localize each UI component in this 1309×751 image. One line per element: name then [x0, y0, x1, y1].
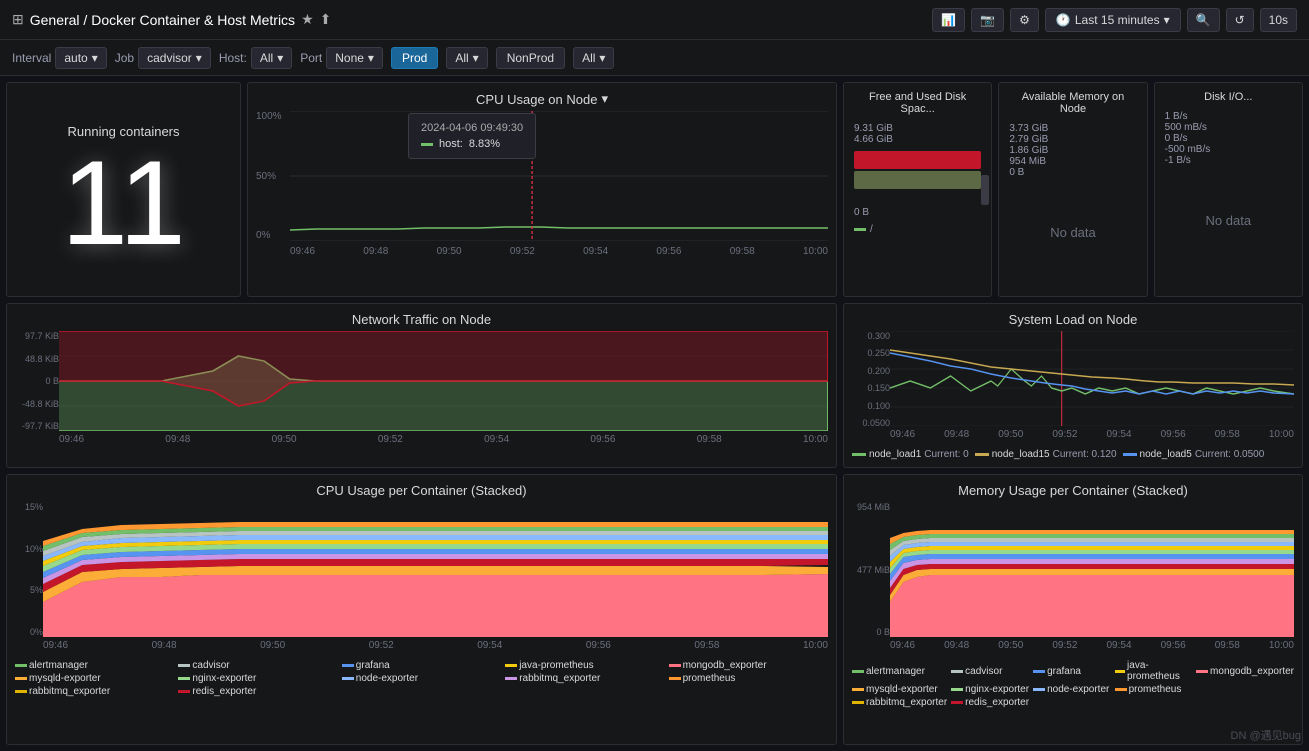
chevron-down-icon: ▾	[1164, 13, 1170, 27]
system-load-panel: System Load on Node 0.300 0.250 0.200 0.…	[843, 303, 1303, 468]
port-filter: Port None▾	[300, 47, 383, 69]
refresh-interval-button[interactable]: 10s	[1260, 8, 1297, 32]
system-load-legend: node_load1 Current: 0 node_load15 Curren…	[844, 446, 1302, 463]
row2: Network Traffic on Node 97.7 KiB 48.8 Ki…	[6, 303, 1303, 468]
breadcrumb: General / Docker Container & Host Metric…	[30, 12, 295, 28]
disk-io-no-data: No data	[1155, 170, 1302, 270]
host-filter: Host: All▾	[219, 47, 292, 69]
settings-button[interactable]: ⚙	[1010, 8, 1039, 32]
cpu-chart-svg	[290, 111, 828, 241]
top-bar-left: ⊞ General / Docker Container & Host Metr…	[12, 11, 924, 28]
graph-button[interactable]: 📊	[932, 8, 965, 32]
interval-filter: Interval auto▾	[12, 47, 107, 69]
cpu-per-container-title: CPU Usage per Container (Stacked)	[7, 475, 836, 502]
mem-container-legend: alertmanager cadvisor grafana java-prome…	[844, 657, 1302, 711]
grid-icon: ⊞	[12, 11, 24, 28]
cpu-container-legend: alertmanager cadvisor grafana java-prome…	[7, 657, 836, 700]
network-traffic-panel: Network Traffic on Node 97.7 KiB 48.8 Ki…	[6, 303, 837, 468]
job-label: Job	[115, 51, 134, 65]
cpu-per-container-panel: CPU Usage per Container (Stacked) 15% 10…	[6, 474, 837, 745]
network-traffic-title: Network Traffic on Node	[7, 304, 836, 331]
top-bar: ⊞ General / Docker Container & Host Metr…	[0, 0, 1309, 40]
cpu-usage-node-title: CPU Usage on Node ▾	[248, 83, 836, 111]
mem-container-svg	[890, 502, 1294, 637]
network-chart-svg	[59, 331, 828, 431]
panels-area: Running containers 11 CPU Usage on Node …	[0, 76, 1309, 751]
nonprod-button[interactable]: NonProd	[496, 47, 565, 69]
disk-io-panel: Disk I/O... 1 B/s 500 mB/s 0 B/s -500 mB…	[1154, 82, 1303, 297]
zoom-button[interactable]: 🔍	[1187, 8, 1220, 32]
available-memory-panel: Available Memory on Node 3.73 GiB 2.79 G…	[998, 82, 1147, 297]
running-containers-panel: Running containers 11	[6, 82, 241, 297]
memory-per-container-panel: Memory Usage per Container (Stacked) 954…	[843, 474, 1303, 745]
cpu-container-svg	[43, 502, 828, 637]
row3: CPU Usage per Container (Stacked) 15% 10…	[6, 474, 1303, 745]
watermark: DN @遇见bug	[1231, 727, 1301, 743]
free-disk-title: Free and Used Disk Spac...	[844, 83, 991, 119]
prod-button[interactable]: Prod	[391, 47, 438, 69]
clock-icon: 🕐	[1056, 13, 1071, 27]
free-disk-panel: Free and Used Disk Spac... 9.31 GiB 4.66…	[843, 82, 992, 297]
interval-label: Interval	[12, 51, 51, 65]
available-memory-title: Available Memory on Node	[999, 83, 1146, 119]
port-label: Port	[300, 51, 322, 65]
page-container: ⊞ General / Docker Container & Host Metr…	[0, 0, 1309, 751]
time-range-button[interactable]: 🕐 Last 15 minutes ▾	[1045, 8, 1181, 32]
running-containers-value: 11	[61, 143, 186, 263]
port-select[interactable]: None▾	[326, 47, 383, 69]
memory-per-container-title: Memory Usage per Container (Stacked)	[844, 475, 1302, 502]
host-label: Host:	[219, 51, 247, 65]
chevron-down-icon: ▾	[601, 91, 608, 107]
prod-all-select[interactable]: All▾	[446, 47, 487, 69]
disk-io-title: Disk I/O...	[1155, 83, 1302, 107]
job-select[interactable]: cadvisor▾	[138, 47, 211, 69]
camera-button[interactable]: 📷	[971, 8, 1004, 32]
cpu-usage-node-panel: CPU Usage on Node ▾ 100% 50% 0%	[247, 82, 837, 297]
right-top-panels: Free and Used Disk Spac... 9.31 GiB 4.66…	[843, 82, 1303, 297]
top-bar-right: 📊 📷 ⚙ 🕐 Last 15 minutes ▾ 🔍 ↺ 10s	[932, 8, 1297, 32]
share-icon[interactable]: ⬆	[320, 11, 332, 28]
host-select[interactable]: All▾	[251, 47, 292, 69]
system-load-svg	[890, 331, 1294, 426]
nonprod-all-select[interactable]: All▾	[573, 47, 614, 69]
row1: Running containers 11 CPU Usage on Node …	[6, 82, 1303, 297]
star-icon[interactable]: ★	[301, 11, 314, 28]
available-memory-no-data: No data	[999, 182, 1146, 282]
refresh-button[interactable]: ↺	[1226, 8, 1254, 32]
filter-bar: Interval auto▾ Job cadvisor▾ Host: All▾ …	[0, 40, 1309, 76]
system-load-title: System Load on Node	[844, 304, 1302, 331]
job-filter: Job cadvisor▾	[115, 47, 211, 69]
interval-select[interactable]: auto▾	[55, 47, 106, 69]
